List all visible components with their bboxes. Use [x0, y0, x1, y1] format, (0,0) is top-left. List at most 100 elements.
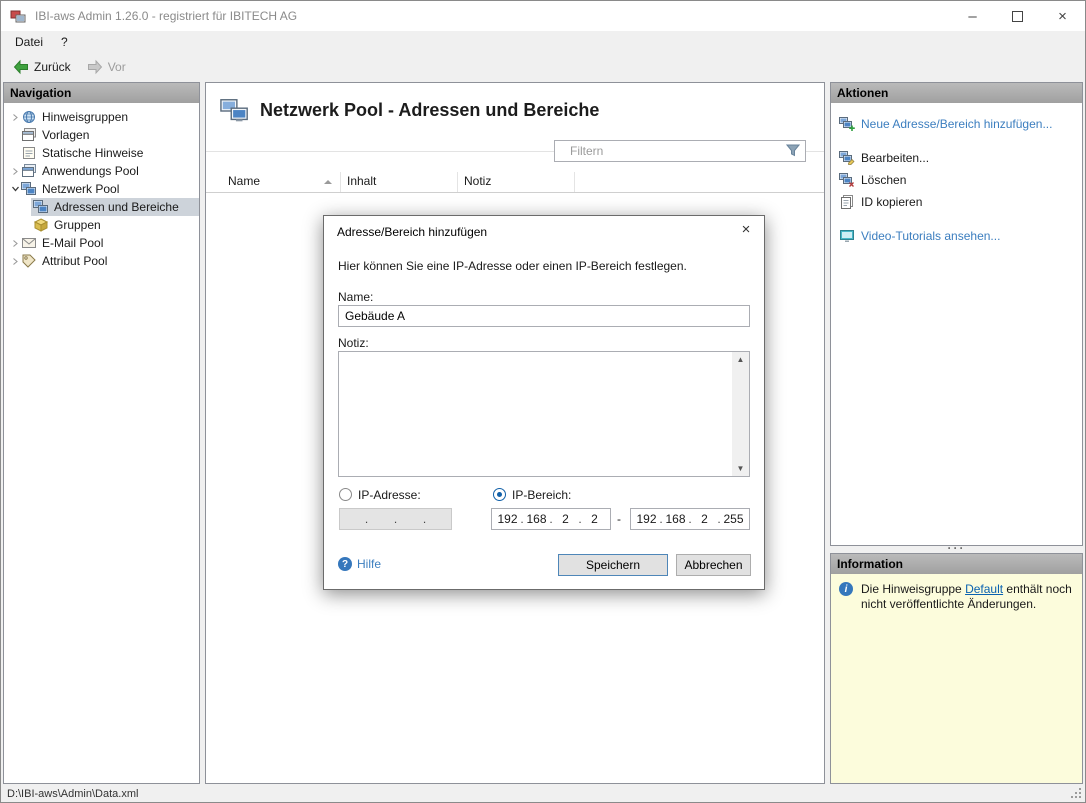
- page-title: Netzwerk Pool - Adressen und Bereiche: [260, 100, 600, 120]
- back-label: Zurück: [34, 60, 71, 74]
- ip-address-radio[interactable]: [339, 488, 352, 501]
- sidebar-item-email-pool[interactable]: E-Mail Pool: [4, 234, 199, 252]
- action-copy-id[interactable]: ID kopieren: [831, 191, 1082, 213]
- sidebar-item-anwendungs-pool[interactable]: Anwendungs Pool: [4, 162, 199, 180]
- ip-segment[interactable]: 192: [496, 512, 520, 526]
- action-label: Video-Tutorials ansehen...: [861, 229, 1001, 243]
- window-controls: – ×: [950, 1, 1085, 31]
- ip-segment[interactable]: 2: [693, 512, 717, 526]
- sidebar-item-attribut-pool[interactable]: Attribut Pool: [4, 252, 199, 270]
- action-delete[interactable]: Löschen: [831, 169, 1082, 191]
- note-field[interactable]: ▲ ▼: [338, 351, 750, 477]
- column-header-notiz[interactable]: Notiz: [458, 172, 575, 192]
- column-label: Inhalt: [347, 174, 377, 188]
- information-panel: Information i Die Hinweisgruppe Default …: [830, 553, 1083, 784]
- close-button[interactable]: ×: [1040, 1, 1085, 31]
- status-bar: D:\IBI-aws\Admin\Data.xml: [1, 785, 1085, 802]
- minimize-button[interactable]: –: [950, 1, 995, 31]
- note-label: Notiz:: [338, 336, 369, 350]
- column-header-inhalt[interactable]: Inhalt: [341, 172, 458, 192]
- cancel-button[interactable]: Abbrechen: [676, 554, 751, 576]
- chevron-down-icon[interactable]: [9, 185, 21, 193]
- sort-ascending-icon: [324, 180, 332, 184]
- chevron-right-icon[interactable]: [9, 239, 21, 248]
- resize-grip-icon[interactable]: [1070, 787, 1083, 800]
- range-separator: -: [617, 512, 621, 526]
- ip-segment[interactable]: 168: [664, 512, 688, 526]
- panel-splitter[interactable]: ···: [830, 542, 1083, 554]
- forward-button[interactable]: Vor: [80, 56, 133, 78]
- ip-segment[interactable]: 255: [722, 512, 746, 526]
- scroll-down-icon[interactable]: ▼: [732, 461, 749, 476]
- ip-segment[interactable]: 2: [554, 512, 578, 526]
- action-label: Bearbeiten...: [861, 151, 930, 165]
- action-label: Löschen: [861, 173, 907, 187]
- ip-segment[interactable]: 2: [583, 512, 607, 526]
- help-link[interactable]: ? Hilfe: [338, 557, 381, 571]
- sidebar-item-gruppen[interactable]: Gruppen: [31, 216, 199, 234]
- chevron-right-icon[interactable]: [9, 167, 21, 176]
- filter-icon[interactable]: [786, 144, 800, 157]
- column-header-name[interactable]: Name: [206, 172, 341, 192]
- forward-label: Vor: [107, 60, 126, 74]
- back-button[interactable]: Zurück: [6, 56, 78, 78]
- default-group-link[interactable]: Default: [965, 582, 1003, 596]
- sidebar-item-hinweisgruppen[interactable]: Hinweisgruppen: [4, 108, 199, 126]
- menu-datei[interactable]: Datei: [6, 33, 52, 51]
- ip-segment[interactable]: 168: [525, 512, 549, 526]
- actions-header: Aktionen: [831, 83, 1082, 103]
- action-edit[interactable]: Bearbeiten...: [831, 147, 1082, 169]
- ip-address-input: ...: [339, 508, 452, 530]
- sidebar-item-label: E-Mail Pool: [42, 236, 104, 250]
- email-pool-icon: [21, 235, 37, 251]
- name-input[interactable]: [338, 305, 750, 327]
- back-arrow-icon: [13, 59, 29, 75]
- ip-range-from-input[interactable]: 192. 168. 2. 2: [491, 508, 611, 530]
- video-tutorials-icon: [839, 228, 855, 244]
- sidebar-item-statische-hinweise[interactable]: Statische Hinweise: [4, 144, 199, 162]
- ip-range-to-input[interactable]: 192. 168. 2. 255: [630, 508, 750, 530]
- data-file-path: D:\IBI-aws\Admin\Data.xml: [7, 787, 139, 800]
- filter-input[interactable]: [554, 140, 806, 162]
- dialog-description: Hier können Sie eine IP-Adresse oder ein…: [338, 259, 687, 273]
- sidebar-item-label: Adressen und Bereiche: [54, 200, 179, 214]
- info-icon: i: [839, 582, 853, 596]
- radio-selected-dot: [497, 492, 502, 497]
- sidebar-item-label: Attribut Pool: [42, 254, 108, 268]
- hint-groups-icon: [21, 109, 37, 125]
- app-icon: [10, 8, 26, 24]
- ip-address-label: IP-Adresse:: [358, 488, 421, 502]
- info-text-before: Die Hinweisgruppe: [861, 582, 966, 596]
- sidebar-item-adressen-und-bereiche[interactable]: Adressen und Bereiche: [31, 198, 199, 216]
- sidebar-item-vorlagen[interactable]: Vorlagen: [4, 126, 199, 144]
- network-pool-icon: [21, 181, 37, 197]
- action-add-address[interactable]: Neue Adresse/Bereich hinzufügen...: [831, 113, 1082, 135]
- menu-help[interactable]: ?: [52, 33, 77, 51]
- menu-bar: Datei ?: [1, 31, 1085, 53]
- chevron-right-icon[interactable]: [9, 113, 21, 122]
- ip-dot: .: [364, 512, 369, 526]
- navigation-panel: Navigation Hinweisgruppen Vorlagen Stati…: [3, 82, 200, 784]
- ip-segment[interactable]: 192: [635, 512, 659, 526]
- forward-arrow-icon: [87, 59, 103, 75]
- note-scrollbar[interactable]: ▲ ▼: [732, 352, 749, 476]
- maximize-button[interactable]: [995, 1, 1040, 31]
- toolbar: Zurück Vor: [1, 53, 1085, 81]
- sidebar-item-netzwerk-pool[interactable]: Netzwerk Pool: [4, 180, 199, 198]
- delete-icon: [839, 172, 855, 188]
- save-button[interactable]: Speichern: [558, 554, 668, 576]
- action-label: ID kopieren: [861, 195, 923, 209]
- action-video-tutorials[interactable]: Video-Tutorials ansehen...: [831, 225, 1082, 247]
- scroll-up-icon[interactable]: ▲: [732, 352, 749, 367]
- sidebar-item-label: Vorlagen: [42, 128, 90, 142]
- sidebar-item-label: Netzwerk Pool: [42, 182, 120, 196]
- ip-range-radio[interactable]: [493, 488, 506, 501]
- groups-icon: [33, 217, 49, 233]
- sidebar-item-label: Statische Hinweise: [42, 146, 144, 160]
- note-textarea[interactable]: [339, 352, 749, 476]
- action-label: Neue Adresse/Bereich hinzufügen...: [861, 117, 1053, 131]
- ip-range-label: IP-Bereich:: [512, 488, 572, 502]
- chevron-right-icon[interactable]: [9, 257, 21, 266]
- column-label: Name: [228, 174, 261, 188]
- dialog-close-button[interactable]: ×: [728, 216, 764, 242]
